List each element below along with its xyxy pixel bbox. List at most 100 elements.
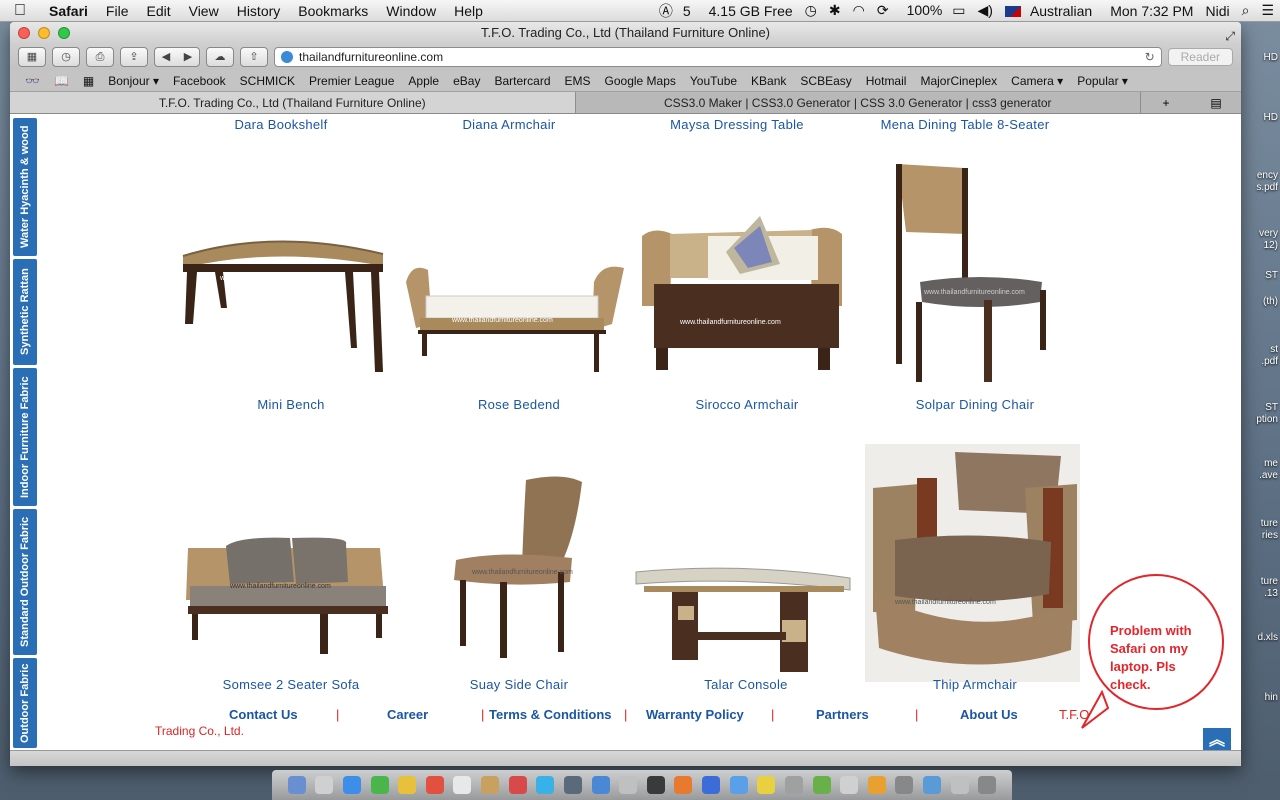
forward-button[interactable]: ▶ [177,48,199,66]
tab-css3[interactable]: CSS3.0 Maker | CSS3.0 Generator | CSS 3.… [576,92,1141,113]
reading-list-icon[interactable]: 👓 [18,74,47,88]
dock-app-icon[interactable] [342,776,361,794]
bookmark-item[interactable]: EMS [558,74,598,88]
bookmark-item[interactable]: Google Maps [598,74,683,88]
spotlight-icon[interactable]: ⌕ [1236,2,1256,19]
menu-history[interactable]: History [228,3,290,19]
desktop-icon-label[interactable]: s.pdf [1256,182,1278,194]
mini-bench-image[interactable]: www.thailandfurnitureonline.com [175,224,390,374]
footer-warranty[interactable]: Warranty Policy [646,707,744,722]
bookmark-item[interactable]: Camera ▾ [1004,74,1070,88]
bookmark-item[interactable]: Popular ▾ [1070,74,1135,88]
footer-career[interactable]: Career [387,707,428,722]
dock-app-icon[interactable] [425,776,444,794]
print-button[interactable]: ⎙ [86,47,114,67]
menu-edit[interactable]: Edit [137,3,179,19]
reload-icon[interactable]: ↻ [1145,50,1155,64]
bookmark-item[interactable]: KBank [744,74,793,88]
desktop-icon-label[interactable]: HD [1264,52,1278,64]
bluetooth-icon[interactable]: ✱ [823,2,847,19]
dock-app-icon[interactable] [784,776,803,794]
thip-armchair-image[interactable]: www.thailandfurnitureonline.com [865,444,1080,682]
desktop-icon-label[interactable]: d.xls [1257,632,1278,644]
bookmark-item[interactable]: SCBEasy [793,74,858,88]
dock-app-icon[interactable] [867,776,886,794]
bookmark-item[interactable]: eBay [446,74,487,88]
back-button[interactable]: ◀ [155,48,177,66]
desktop-icon-label[interactable]: st [1270,344,1278,356]
footer-partners[interactable]: Partners [816,707,869,722]
bookmark-item[interactable]: Bonjour ▾ [101,74,166,88]
desktop-icon-label[interactable]: me [1264,458,1278,470]
sirocco-armchair-image[interactable]: www.thailandfurnitureonline.com [630,206,855,381]
bookmark-item[interactable]: YouTube [683,74,744,88]
desktop-icon-label[interactable]: .pdf [1261,356,1278,368]
apple-icon[interactable]:  [0,2,40,20]
desktop-icon-label[interactable]: ST [1265,402,1278,414]
desktop-icon-label[interactable]: 12) [1264,240,1278,252]
desktop-icon-label[interactable]: ture [1261,518,1278,530]
bookmark-item[interactable]: SCHMICK [233,74,302,88]
dock-app-icon[interactable] [453,776,472,794]
wifi-icon[interactable]: ◠ [847,2,871,19]
product-link[interactable]: Sirocco Armchair [633,397,861,412]
product-link[interactable]: Rose Bedend [405,397,633,412]
dock-app-icon[interactable] [674,776,693,794]
sidenav-outdoor-fabric[interactable]: Outdoor Fabric [13,658,37,748]
sidenav-synthetic-rattan[interactable]: Synthetic Rattan [13,259,37,365]
dock-app-icon[interactable] [563,776,582,794]
desktop-icon-label[interactable]: ture [1261,576,1278,588]
product-link[interactable]: Dara Bookshelf [167,117,395,132]
time-machine-icon[interactable]: ◷ [799,2,823,19]
somsee-sofa-image[interactable]: www.thailandfurnitureonline.com [180,534,400,659]
product-link[interactable]: Maysa Dressing Table [623,117,851,132]
dock-app-icon[interactable] [978,776,997,794]
bookmark-item[interactable]: MajorCineplex [913,74,1004,88]
sidenav-standard-outdoor[interactable]: Standard Outdoor Fabric [13,509,37,655]
menu-bookmarks[interactable]: Bookmarks [289,3,377,19]
bookmark-item[interactable]: Apple [401,74,446,88]
dock-app-icon[interactable] [508,776,527,794]
desktop-icon-label[interactable]: ption [1256,414,1278,426]
minimize-button[interactable] [38,27,50,39]
desktop-icon-label[interactable]: (th) [1263,296,1278,308]
bookmark-item[interactable]: Facebook [166,74,233,88]
product-link[interactable]: Mena Dining Table 8-Seater [851,117,1079,132]
user-name[interactable]: Nidi [1199,3,1235,19]
footer-about-us[interactable]: About Us [960,707,1018,722]
product-link[interactable]: Talar Console [632,677,860,692]
top-sites-icon[interactable]: ▦ [76,74,101,88]
dock-app-icon[interactable] [591,776,610,794]
dock-app-icon[interactable] [895,776,914,794]
desktop-icon-label[interactable]: .ave [1259,470,1278,482]
footer-contact-us[interactable]: Contact Us [229,707,298,722]
bookmark-item[interactable]: Hotmail [859,74,914,88]
dock-app-icon[interactable] [923,776,941,794]
clock[interactable]: Mon 7:32 PM [1104,3,1199,19]
product-link[interactable]: Suay Side Chair [405,677,633,692]
icloud-button[interactable]: ☁ [206,47,234,67]
menu-window[interactable]: Window [377,3,445,19]
history-button[interactable]: ◷ [52,47,80,67]
product-link[interactable]: Diana Armchair [395,117,623,132]
top-sites-button[interactable]: ▦ [18,47,46,67]
dock-app-icon[interactable] [702,776,720,794]
sidenav-water-hyacinth[interactable]: Water Hyacinth & wood [13,118,37,256]
menu-file[interactable]: File [97,3,138,19]
dock-app-icon[interactable] [729,776,748,794]
free-space[interactable]: 4.15 GB Free [703,3,799,19]
footer-terms[interactable]: Terms & Conditions [489,707,612,722]
desktop-icon-label[interactable]: ries [1262,530,1278,542]
close-button[interactable] [18,27,30,39]
dock-app-icon[interactable] [812,776,831,794]
rose-bedend-image[interactable]: www.thailandfurnitureonline.com [402,262,627,377]
dock-app-icon[interactable] [619,776,638,794]
tab-overview-icon[interactable]: ▤ [1191,92,1241,113]
share-button[interactable]: ⇧ [240,47,268,67]
dock-app-icon[interactable] [398,776,417,794]
desktop-icon-label[interactable]: very [1259,228,1278,240]
dock-app-icon[interactable] [646,776,665,794]
dock-app-icon[interactable] [950,776,969,794]
product-link[interactable]: Solpar Dining Chair [861,397,1089,412]
product-link[interactable]: Mini Bench [177,397,405,412]
